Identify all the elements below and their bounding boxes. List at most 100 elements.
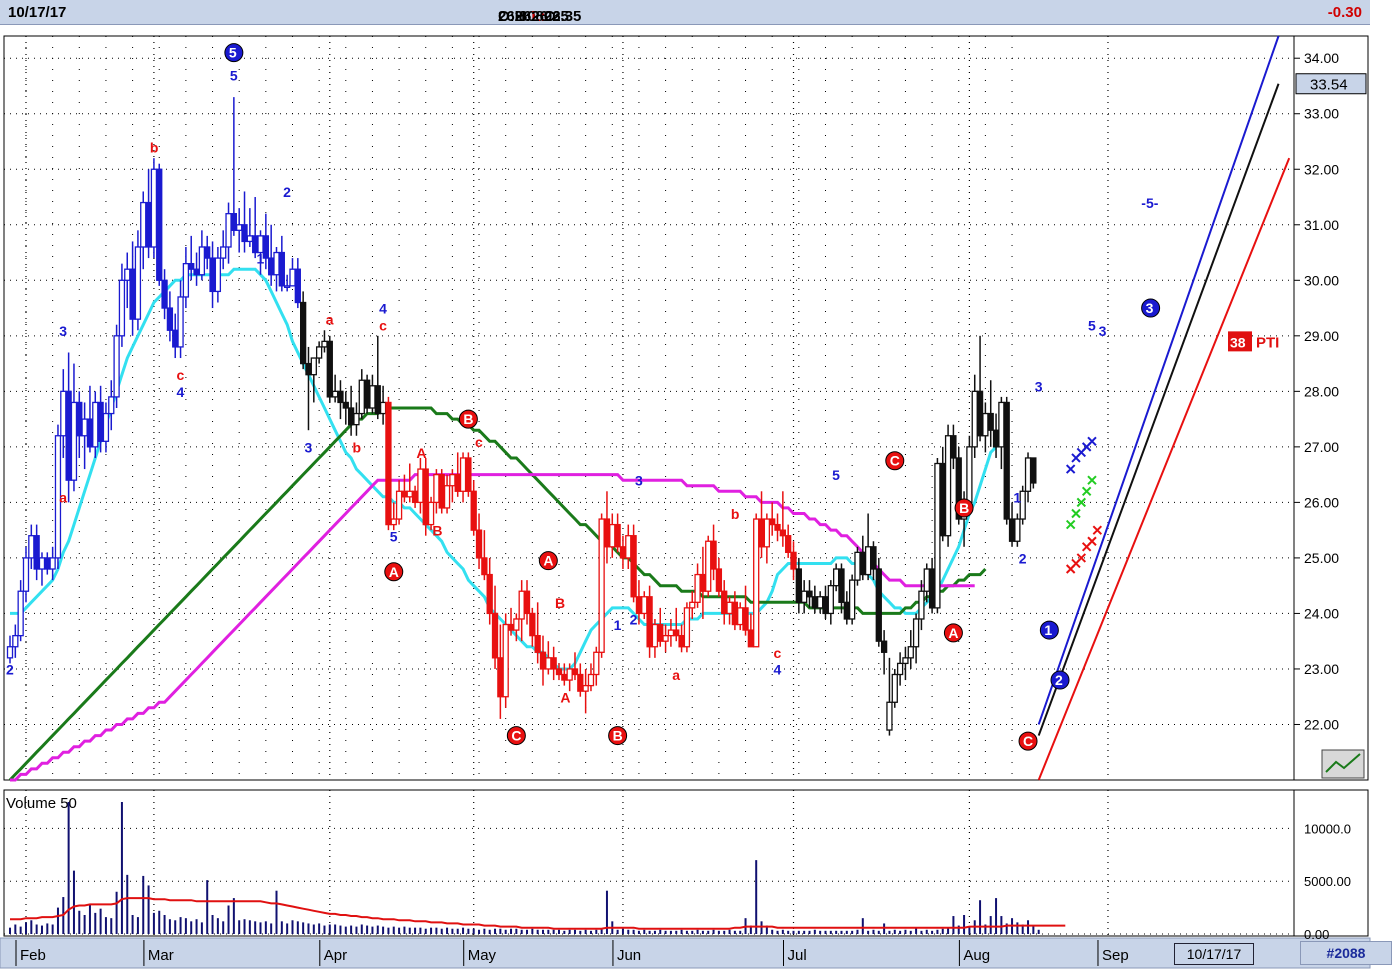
month-label: Aug xyxy=(963,947,990,964)
wave-circle-text: 5 xyxy=(229,45,237,61)
candle-body xyxy=(886,701,893,731)
current-date-box[interactable]: 10/17/17 xyxy=(1174,943,1254,965)
candle-body xyxy=(177,296,184,348)
candle-body xyxy=(70,401,78,481)
wave-label: B xyxy=(432,523,442,539)
candle-body xyxy=(294,268,301,304)
candle-body xyxy=(443,485,451,509)
price-tick-label: 28.00 xyxy=(1304,383,1339,399)
chart-thumbnail-icon[interactable] xyxy=(1321,749,1365,779)
wave-label: A xyxy=(416,445,426,461)
candle-body xyxy=(241,224,248,243)
candle-body xyxy=(854,551,861,581)
candle-body xyxy=(838,568,845,603)
candle-body xyxy=(566,668,573,681)
candle-body xyxy=(710,540,717,570)
candle-body xyxy=(534,634,541,653)
candle-body xyxy=(896,662,904,676)
price-tick-label: 31.00 xyxy=(1304,217,1339,233)
candle-body xyxy=(124,268,131,281)
candle-body xyxy=(406,490,413,498)
candle-body xyxy=(172,329,179,348)
candle-body xyxy=(976,390,984,437)
price-chart[interactable]: Feb Mar Apr May Jun Jul Aug Sep 34.00 33.00 32.00 3… xyxy=(0,24,1400,970)
last-price-label: 33.54 xyxy=(1310,77,1348,94)
candle-body xyxy=(449,473,456,487)
candle-body xyxy=(326,340,333,398)
candle-body xyxy=(118,279,126,337)
candle-body xyxy=(944,435,952,537)
header-bar: 10/17/17 O: 26.80 H: 26.80 L: 26.25 C: 2… xyxy=(0,0,1370,25)
candle-body xyxy=(422,468,429,526)
candle-body xyxy=(374,385,381,415)
wave-label: 1 xyxy=(614,617,622,633)
candle-body xyxy=(60,390,67,437)
candle-body xyxy=(646,596,653,648)
candle-body xyxy=(475,529,483,559)
candle-body xyxy=(790,551,797,570)
candle-body xyxy=(230,213,238,231)
month-label: Mar xyxy=(148,947,174,964)
candle-body xyxy=(379,401,387,415)
candle-body xyxy=(934,462,941,609)
volume-panel xyxy=(3,789,1295,937)
candle-body xyxy=(763,518,771,548)
candle-body xyxy=(667,629,675,637)
candle-body xyxy=(28,535,35,559)
wave-label: A xyxy=(560,689,570,705)
candle-body xyxy=(705,540,712,592)
candle-body xyxy=(971,390,978,448)
candle-body xyxy=(236,224,243,231)
wave-label: a xyxy=(59,489,67,505)
candle-body xyxy=(630,535,637,598)
candle-body xyxy=(817,596,824,609)
candle-body xyxy=(550,657,557,670)
wave-label: 5 xyxy=(1088,317,1096,333)
date-axis-bar xyxy=(0,937,1371,969)
candle-body xyxy=(950,435,957,459)
candle-body xyxy=(785,535,792,554)
wave-circle-text: C xyxy=(1023,733,1033,749)
wave-label: b xyxy=(150,140,159,156)
candle-body xyxy=(459,457,467,492)
candle-body xyxy=(779,529,786,537)
volume-tick-label: 0.00 xyxy=(1304,927,1329,942)
candle-body xyxy=(513,618,520,631)
month-label: May xyxy=(468,947,497,964)
candle-body xyxy=(625,535,632,559)
candle-body xyxy=(353,412,360,426)
candle-body xyxy=(17,590,24,637)
candle-body xyxy=(603,518,611,548)
candle-body xyxy=(545,657,552,670)
candle-body xyxy=(822,596,829,615)
candle-body xyxy=(337,390,344,404)
wave-circle-text: 1 xyxy=(1044,622,1052,638)
candle-body xyxy=(939,462,946,537)
price-tick-label: 22.00 xyxy=(1304,716,1339,732)
candle-body xyxy=(209,257,216,293)
wave-label: -5- xyxy=(1141,195,1158,211)
wave-label: c xyxy=(379,317,387,333)
candle-body xyxy=(220,246,227,259)
candle-body xyxy=(331,390,339,398)
price-tick-label: 24.00 xyxy=(1304,605,1339,621)
candle-body xyxy=(289,268,296,287)
candle-body xyxy=(726,601,733,615)
candle-body xyxy=(683,607,691,648)
candle-body xyxy=(390,518,397,526)
candle-body xyxy=(342,401,349,409)
wave-label: c xyxy=(774,645,782,661)
wave-circle-text: A xyxy=(948,625,958,641)
candle-body xyxy=(401,490,408,498)
month-label: Jun xyxy=(617,947,641,964)
wave-label: 4 xyxy=(379,301,387,317)
candle-body xyxy=(1003,401,1010,520)
candle-body xyxy=(188,262,195,270)
chart-id-badge[interactable]: #2088 xyxy=(1300,941,1392,965)
price-tick-label: 33.00 xyxy=(1304,106,1339,122)
candle-body xyxy=(427,501,435,526)
candle-body xyxy=(614,523,621,548)
candle-body xyxy=(619,546,627,559)
candle-body xyxy=(848,579,856,620)
candle-body xyxy=(577,673,584,692)
